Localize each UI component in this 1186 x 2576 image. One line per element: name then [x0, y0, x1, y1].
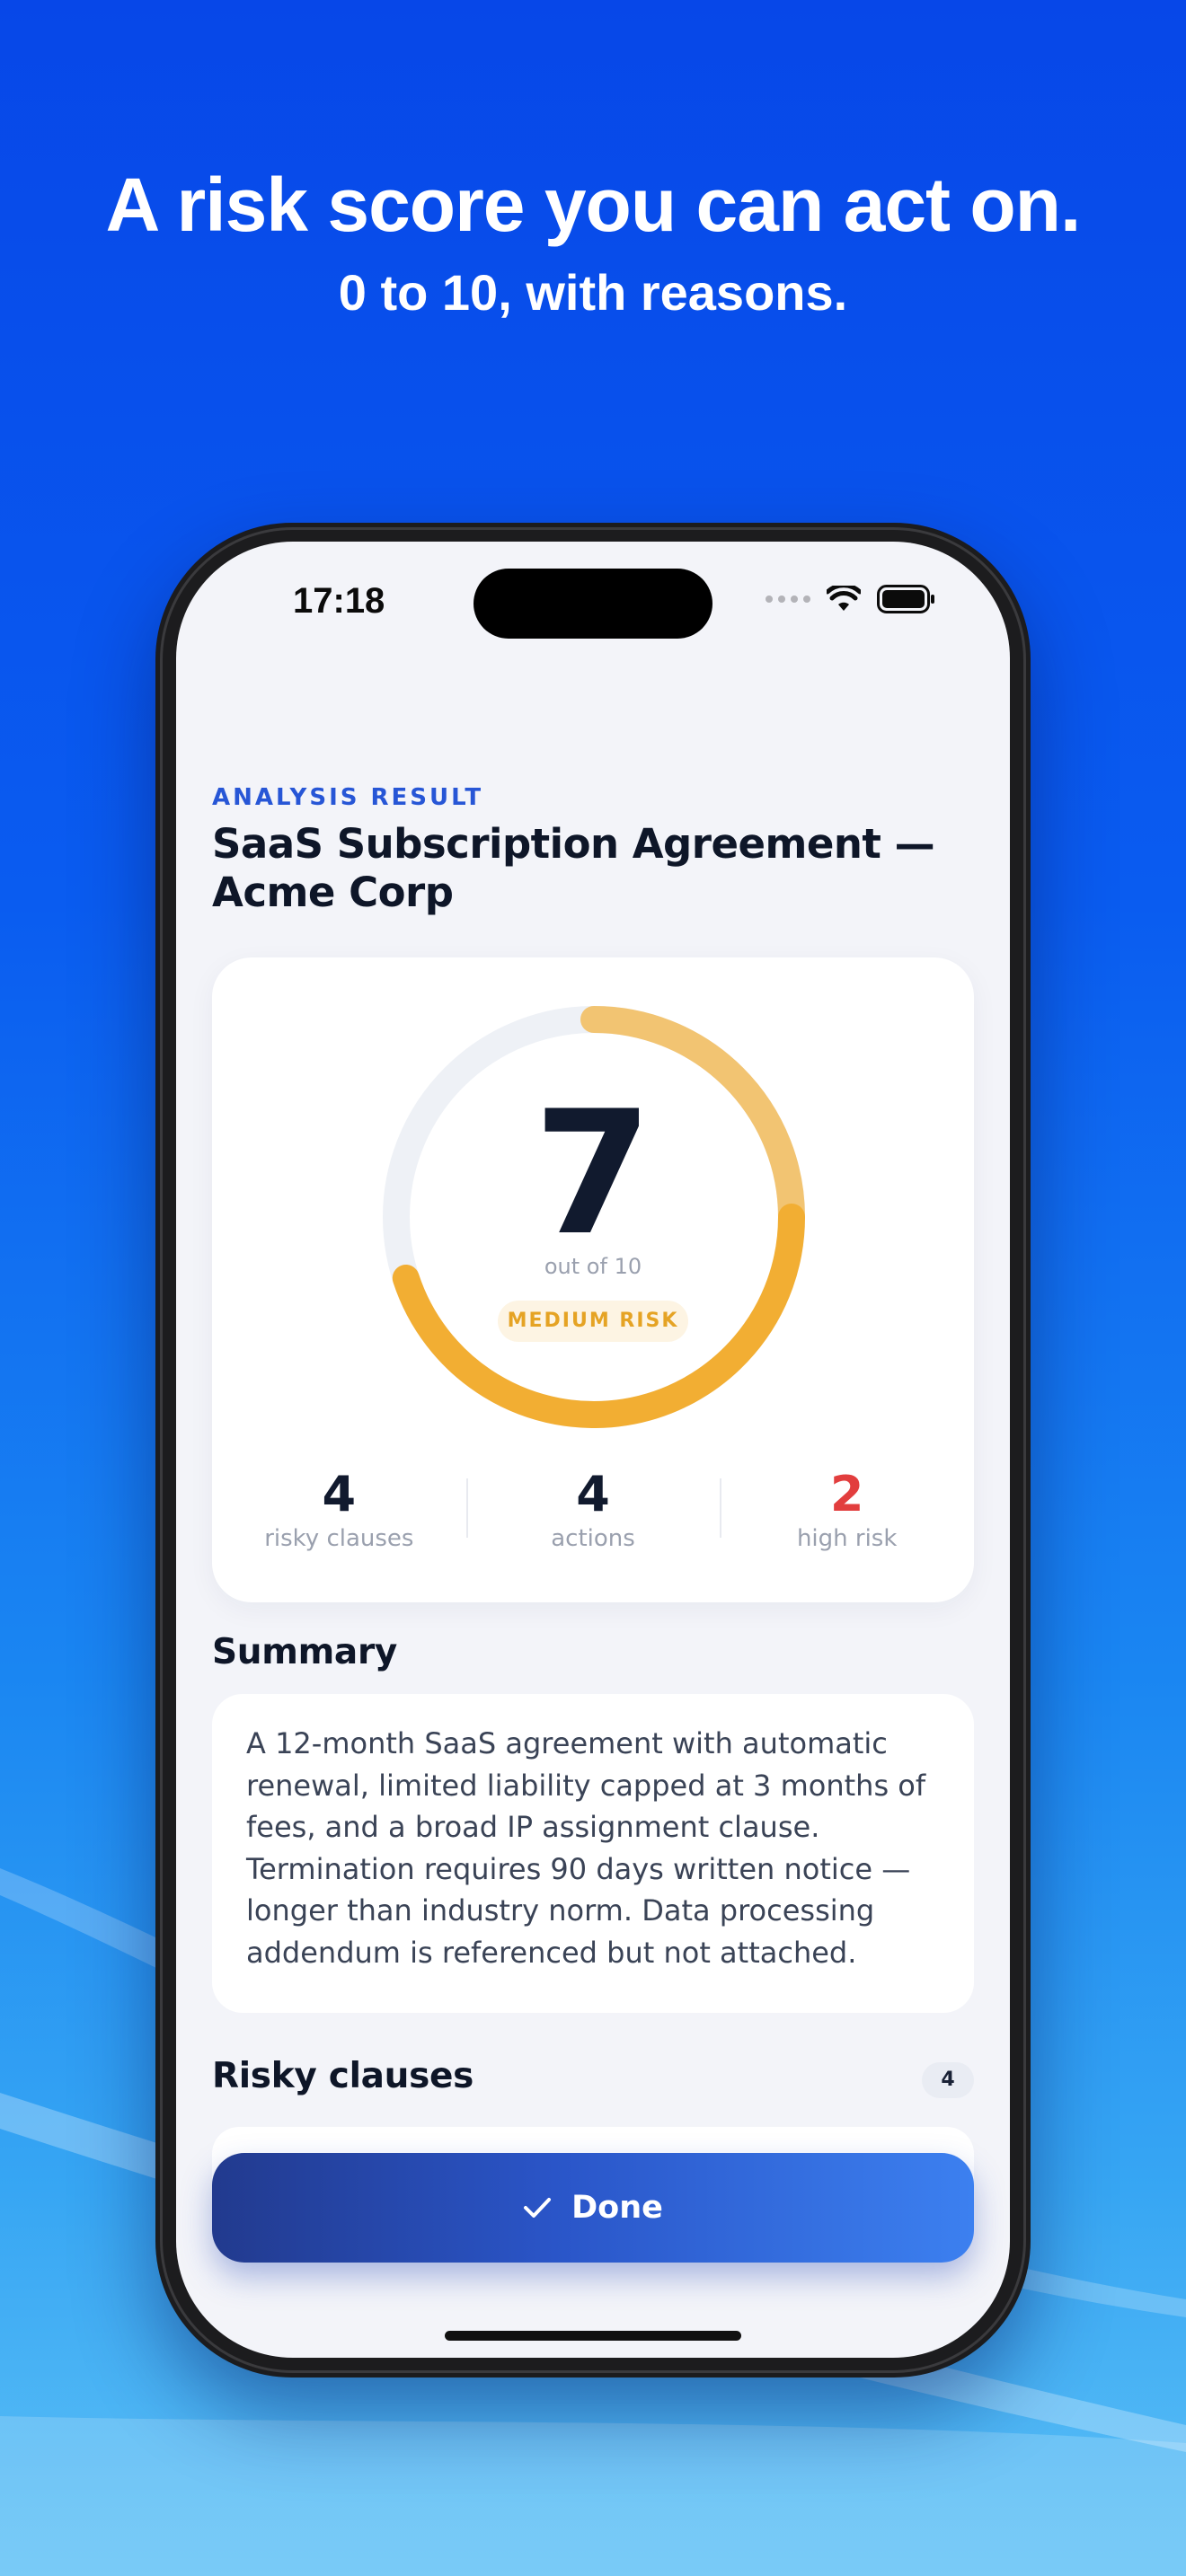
checkmark-icon [524, 2198, 552, 2218]
status-time: 17:18 [293, 581, 385, 621]
risky-clauses-heading[interactable]: Risky clauses [212, 2056, 474, 2096]
stat-label: actions [551, 1525, 635, 1552]
stat-value: 4 [322, 1466, 357, 1522]
stat-label: risky clauses [264, 1525, 414, 1552]
summary-text: A 12-month SaaS agreement with automatic… [246, 1726, 926, 1970]
app-screen: 17:18 ANALYSIS RESULT SaaS Subscription … [176, 542, 1010, 2358]
hero-subtitle: 0 to 10, with reasons. [338, 264, 848, 321]
battery-icon [877, 585, 934, 613]
page-title: SaaS Subscription Agreement — Acme Corp [212, 820, 974, 917]
score-value: 7 [533, 1074, 653, 1273]
wifi-icon [827, 586, 861, 611]
done-button-label: Done [571, 2190, 663, 2226]
stat-high-risk: 2 high risk [720, 1468, 974, 1557]
done-button[interactable]: Done [212, 2153, 974, 2263]
stats-row: 4 risky clauses 4 actions 2 high risk [212, 1468, 974, 1557]
result-content: ANALYSIS RESULT SaaS Subscription Agreem… [212, 784, 974, 2181]
risk-level-badge: MEDIUM RISK [498, 1301, 688, 1342]
page-title-line1: SaaS Subscription Agreement — [212, 820, 935, 868]
hero-title: A risk score you can act on. [105, 163, 1082, 247]
page-title-line2: Acme Corp [212, 869, 454, 916]
stat-value: 4 [576, 1466, 610, 1522]
stat-value: 2 [829, 1466, 864, 1522]
home-indicator [445, 2331, 741, 2341]
summary-card: A 12-month SaaS agreement with automatic… [212, 1694, 974, 2013]
status-icons [766, 585, 936, 613]
risky-clauses-count-badge: 4 [922, 2062, 974, 2098]
eyebrow-label: ANALYSIS RESULT [212, 784, 484, 811]
summary-heading: Summary [212, 1632, 398, 1672]
stat-label: high risk [796, 1525, 898, 1552]
stat-risky-clauses: 4 risky clauses [212, 1468, 466, 1557]
cellular-signal-icon [766, 595, 810, 603]
score-card: 7 out of 10 MEDIUM RISK 4 risky clauses … [212, 957, 974, 1602]
score-out-of: out of 10 [544, 1254, 642, 1279]
stat-actions: 4 actions [465, 1466, 721, 1557]
dynamic-island [474, 569, 712, 639]
